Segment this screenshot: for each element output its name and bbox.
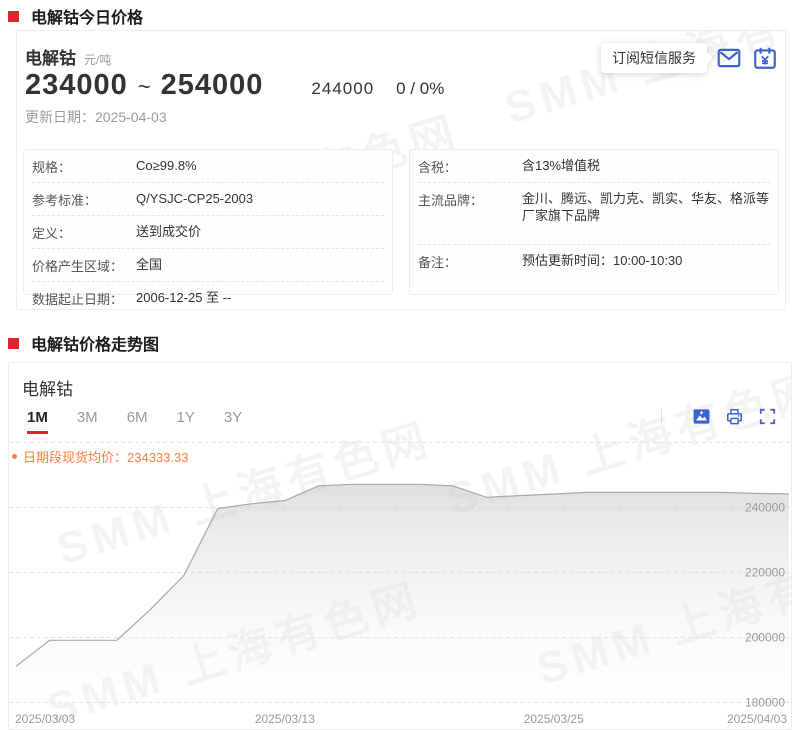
- legend-dot-icon: [12, 454, 17, 459]
- subscribe-mail-button[interactable]: [715, 44, 743, 72]
- chart-legend: 日期段现货均价：234333.33: [12, 447, 188, 466]
- print-icon[interactable]: [725, 407, 744, 426]
- x-axis-label: 2025/03/25: [524, 712, 584, 726]
- spec-row: 含税：含13%增值税: [418, 150, 770, 183]
- y-axis-label: 240000: [745, 501, 785, 515]
- section-title-today-price: 电解钴今日价格: [8, 4, 143, 28]
- section-title-trend-chart: 电解钴价格走势图: [8, 331, 159, 355]
- price-high: 254000: [161, 69, 264, 102]
- save-image-icon[interactable]: [692, 407, 711, 426]
- y-axis-label: 180000: [745, 696, 785, 710]
- spec-value: Co≥99.8%: [136, 157, 384, 176]
- product-name: 电解钴: [25, 44, 76, 69]
- yuan-calendar-icon: [752, 45, 778, 71]
- spec-value: 全国: [136, 256, 384, 275]
- tab-6m[interactable]: 6M: [127, 409, 148, 434]
- spec-value: 含13%增值税: [522, 157, 770, 176]
- y-axis-label: 200000: [745, 631, 785, 645]
- x-axis-label: 2025/03/13: [255, 712, 315, 726]
- price-trend-chart[interactable]: 240000 220000 200000 180000 2025/03/03 2025/0…: [9, 442, 792, 730]
- tab-3m[interactable]: 3M: [77, 409, 98, 434]
- price-row: 234000 ~ 254000 244000 0 / 0%: [25, 69, 444, 102]
- chart-toolbar: [661, 407, 777, 426]
- subscribe-row: 订阅短信服务: [601, 43, 779, 73]
- spec-label: 参考标准：: [32, 190, 136, 209]
- area-fill: [16, 484, 789, 702]
- spec-tables: 规格：Co≥99.8%参考标准：Q/YSJC-CP25-2003定义：送到成交价…: [23, 149, 779, 295]
- spec-row: 参考标准：Q/YSJC-CP25-2003: [32, 183, 384, 216]
- spec-value: 预估更新时间：10:00-10:30: [522, 252, 770, 271]
- spec-value: 送到成交价: [136, 223, 384, 242]
- red-square-bullet-icon: [8, 338, 19, 349]
- chart-title: 电解钴: [22, 375, 73, 400]
- sms-subscribe-tooltip: 订阅短信服务: [601, 43, 707, 73]
- spec-label: 价格产生区域：: [32, 256, 136, 275]
- price-alert-button[interactable]: [751, 44, 779, 72]
- toolbar-divider: [661, 409, 662, 424]
- spec-row: 数据起止日期：2006-12-25 至 --: [32, 282, 384, 310]
- spec-label: 含税：: [418, 157, 522, 176]
- spec-row: 备注：预估更新时间：10:00-10:30: [418, 245, 770, 277]
- spec-label: 备注：: [418, 252, 522, 271]
- section-title-text: 电解钴价格走势图: [31, 331, 159, 355]
- price-tilde: ~: [138, 74, 151, 100]
- section-title-text: 电解钴今日价格: [31, 4, 143, 28]
- price-change: 0 / 0%: [396, 79, 444, 99]
- spec-row: 主流品牌：金川、腾远、凯力克、凯实、华友、格派等厂家旗下品牌: [418, 183, 770, 245]
- spec-label: 主流品牌：: [418, 190, 522, 224]
- spec-label: 规格：: [32, 157, 136, 176]
- x-axis-label: 2025/03/03: [15, 712, 75, 726]
- tab-3y[interactable]: 3Y: [224, 409, 242, 434]
- update-date: 更新日期：2025-04-03: [25, 107, 167, 127]
- product-unit: 元/吨: [84, 51, 111, 68]
- red-square-bullet-icon: [8, 11, 19, 22]
- page: 电解钴今日价格 SMM 上海有色网 SMM 上海有色网 电解钴 元/吨 2340…: [0, 0, 800, 730]
- mail-icon: [716, 45, 742, 71]
- period-tabs: 1M 3M 6M 1Y 3Y: [27, 409, 271, 434]
- spec-row: 定义：送到成交价: [32, 216, 384, 249]
- product-row: 电解钴 元/吨: [25, 44, 111, 69]
- spec-table-left: 规格：Co≥99.8%参考标准：Q/YSJC-CP25-2003定义：送到成交价…: [23, 149, 393, 295]
- spec-value: 金川、腾远、凯力克、凯实、华友、格派等厂家旗下品牌: [522, 190, 770, 224]
- chart-card: SMM 上海有色网 SMM 上海有色网 SMM 上海有色网 SMM 上海有色网 …: [8, 362, 792, 730]
- spec-value: 2006-12-25 至 --: [136, 289, 384, 308]
- spec-row: 规格：Co≥99.8%: [32, 150, 384, 183]
- price-average: 244000: [311, 79, 374, 99]
- spec-value: Q/YSJC-CP25-2003: [136, 190, 384, 209]
- y-axis-label: 220000: [745, 566, 785, 580]
- spec-row: 价格产生区域：全国: [32, 249, 384, 282]
- spec-table-right: 含税：含13%增值税主流品牌：金川、腾远、凯力克、凯实、华友、格派等厂家旗下品牌…: [409, 149, 779, 295]
- fullscreen-icon[interactable]: [758, 407, 777, 426]
- spec-label: 定义：: [32, 223, 136, 242]
- spec-label: 数据起止日期：: [32, 289, 136, 308]
- price-card: SMM 上海有色网 SMM 上海有色网 电解钴 元/吨 234000 ~ 254…: [16, 30, 786, 310]
- tab-1m[interactable]: 1M: [27, 409, 48, 434]
- price-low: 234000: [25, 69, 128, 102]
- legend-text: 日期段现货均价：234333.33: [23, 447, 188, 466]
- x-axis-label: 2025/04/03: [727, 712, 787, 726]
- tab-1y[interactable]: 1Y: [177, 409, 195, 434]
